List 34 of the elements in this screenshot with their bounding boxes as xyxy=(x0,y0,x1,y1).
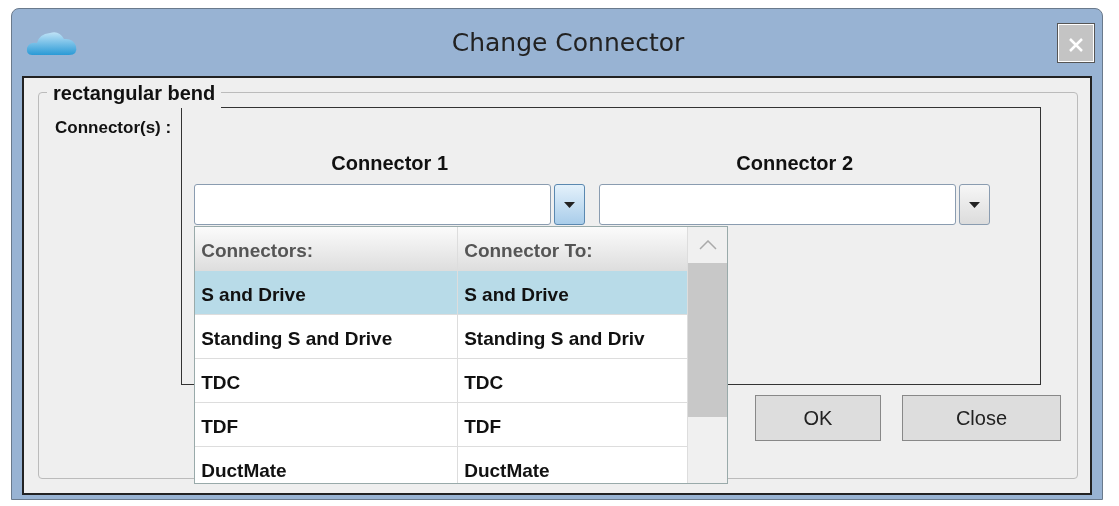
list-cell-text: Standing S and Driv xyxy=(463,327,646,351)
list-row[interactable]: Standing S and Drive Standing S and Driv xyxy=(195,315,688,359)
list-cell-text: S and Drive xyxy=(463,283,570,307)
column-header: Connectors: xyxy=(195,227,459,270)
list-cell: S and Drive xyxy=(195,271,459,314)
column-header: Connector To: xyxy=(463,239,594,263)
close-button[interactable] xyxy=(1058,23,1094,62)
field-label: Connector(s) : xyxy=(55,117,172,139)
list-row[interactable]: S and Drive S and Drive xyxy=(195,271,688,315)
scroll-up-icon[interactable] xyxy=(698,240,717,250)
scroll-thumb[interactable] xyxy=(688,263,728,417)
list-cell: TDC xyxy=(195,359,459,402)
list-cell-text: TDF xyxy=(463,415,503,439)
list-cell: TDF xyxy=(195,403,459,446)
window-title: Change Connector xyxy=(450,26,686,59)
list-row[interactable]: TDC TDC xyxy=(195,359,688,403)
list-cell-text: DuctMate xyxy=(463,459,551,483)
scrollbar[interactable] xyxy=(687,227,728,483)
caret-icon xyxy=(564,201,576,208)
list-row[interactable]: TDF TDF xyxy=(195,403,688,447)
cloud-icon xyxy=(26,29,78,56)
dropdown-button[interactable] xyxy=(959,184,991,225)
caret-icon xyxy=(969,201,981,208)
list-cell: Standing S and Drive xyxy=(195,315,459,358)
dropdown-button[interactable] xyxy=(554,184,586,225)
close-icon xyxy=(1069,37,1083,52)
combo-heading: Connector 1 xyxy=(330,151,449,176)
dialog-button[interactable]: Close xyxy=(902,395,1061,441)
list-cell-text: TDC xyxy=(463,371,505,395)
dialog-button[interactable]: OK xyxy=(755,395,881,441)
combo-field[interactable] xyxy=(194,184,552,225)
combo-heading: Connector 2 xyxy=(735,151,854,176)
list-cell: DuctMate xyxy=(195,447,459,483)
combo-field[interactable] xyxy=(599,184,957,225)
